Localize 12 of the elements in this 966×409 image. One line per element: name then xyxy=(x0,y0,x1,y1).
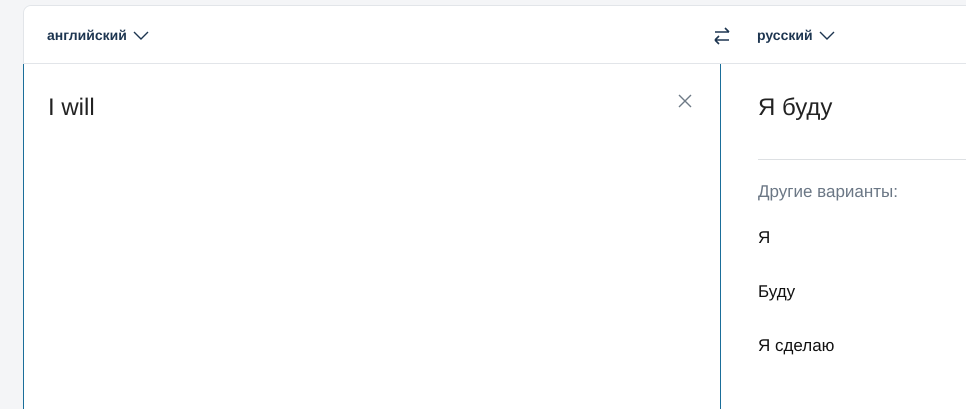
translation-text: Я буду xyxy=(758,93,834,123)
alternative-translation[interactable]: Я xyxy=(758,228,966,248)
swap-icon[interactable] xyxy=(712,26,732,46)
chevron-down-icon xyxy=(818,30,835,40)
target-language-dropdown[interactable]: русский xyxy=(757,26,835,42)
source-text-area[interactable]: I will xyxy=(23,64,721,409)
alternative-translation[interactable]: Буду xyxy=(758,282,966,302)
chevron-down-icon xyxy=(132,30,149,40)
source-language-dropdown[interactable]: английский xyxy=(47,26,149,42)
clear-icon[interactable] xyxy=(678,94,692,108)
alternative-translation[interactable]: Я сделаю xyxy=(758,336,966,356)
alternatives-heading: Другие варианты: xyxy=(758,182,899,202)
